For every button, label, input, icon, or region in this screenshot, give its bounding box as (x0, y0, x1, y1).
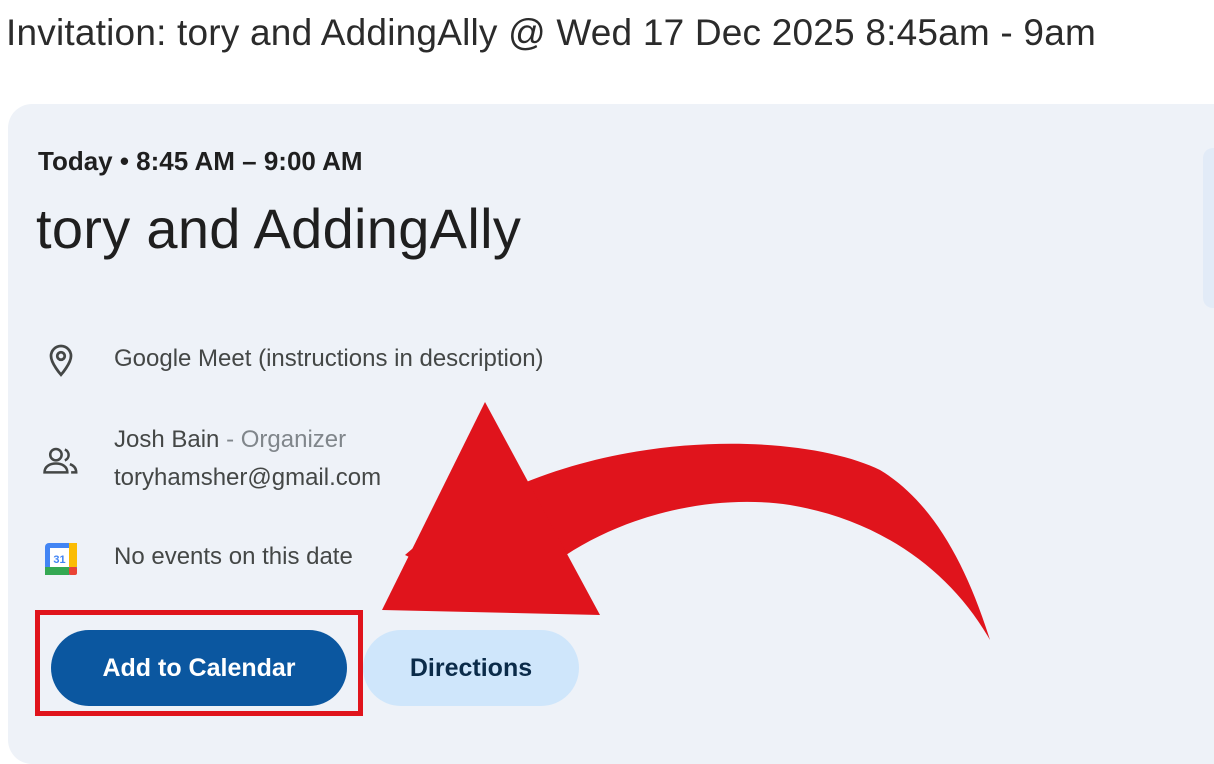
location-pin-icon (40, 340, 82, 382)
organizer-name: Josh Bain (114, 426, 220, 453)
side-panel-edge (1203, 148, 1214, 308)
svg-text:31: 31 (53, 554, 65, 566)
organizer-line: Josh Bain - Organizer (114, 426, 346, 454)
email-subject: Invitation: tory and AddingAlly @ Wed 17… (6, 12, 1096, 53)
people-icon (40, 440, 82, 482)
event-time: Today • 8:45 AM – 9:00 AM (38, 146, 363, 176)
calendar-status: No events on this date (114, 543, 353, 570)
organizer-role: - Organizer (219, 426, 347, 453)
organizer-email[interactable]: toryhamsher@gmail.com (114, 464, 381, 492)
event-title: tory and AddingAlly (36, 197, 522, 260)
event-location: Google Meet (instructions in description… (114, 345, 544, 372)
directions-button[interactable]: Directions (363, 630, 579, 706)
add-to-calendar-button[interactable]: Add to Calendar (51, 630, 347, 706)
google-calendar-icon: 31 (40, 538, 82, 580)
